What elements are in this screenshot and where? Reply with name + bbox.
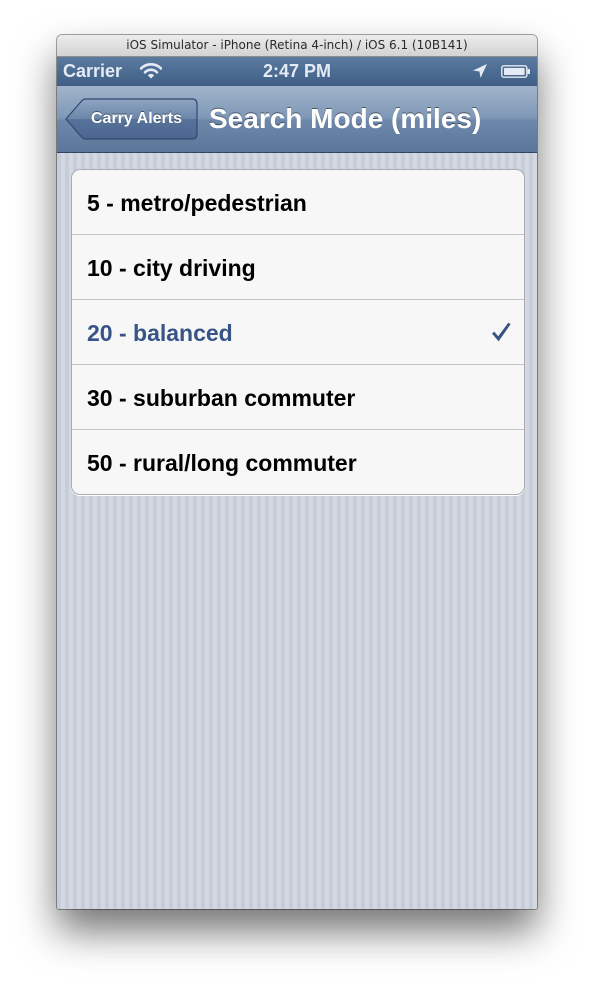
option-row-20[interactable]: 20 - balanced bbox=[72, 300, 524, 365]
back-button-label: Carry Alerts bbox=[90, 110, 182, 127]
option-row-30[interactable]: 30 - suburban commuter bbox=[72, 365, 524, 430]
window-title: iOS Simulator - iPhone (Retina 4-inch) /… bbox=[126, 38, 468, 52]
location-icon bbox=[472, 63, 488, 79]
option-row-50[interactable]: 50 - rural/long commuter bbox=[72, 430, 524, 494]
content-area: 5 - metro/pedestrian 10 - city driving 2… bbox=[57, 153, 537, 909]
option-label: 10 - city driving bbox=[87, 255, 256, 281]
navigation-bar: Carry Alerts Search Mode (miles) bbox=[57, 86, 537, 153]
option-row-5[interactable]: 5 - metro/pedestrian bbox=[72, 170, 524, 235]
option-label: 30 - suburban commuter bbox=[87, 385, 356, 411]
option-label: 20 - balanced bbox=[87, 320, 233, 346]
page-title: Search Mode (miles) bbox=[209, 103, 482, 134]
option-label: 5 - metro/pedestrian bbox=[87, 190, 307, 216]
checkmark-icon bbox=[490, 321, 512, 343]
window-titlebar: iOS Simulator - iPhone (Retina 4-inch) /… bbox=[57, 35, 537, 57]
options-table: 5 - metro/pedestrian 10 - city driving 2… bbox=[71, 169, 525, 495]
simulator-window: iOS Simulator - iPhone (Retina 4-inch) /… bbox=[57, 35, 537, 909]
status-bar: Carrier 2:47 PM bbox=[57, 57, 537, 86]
option-row-10[interactable]: 10 - city driving bbox=[72, 235, 524, 300]
battery-icon bbox=[501, 65, 531, 78]
status-time: 2:47 PM bbox=[262, 61, 332, 81]
back-button[interactable]: Carry Alerts bbox=[65, 98, 198, 140]
option-label: 50 - rural/long commuter bbox=[87, 450, 357, 476]
